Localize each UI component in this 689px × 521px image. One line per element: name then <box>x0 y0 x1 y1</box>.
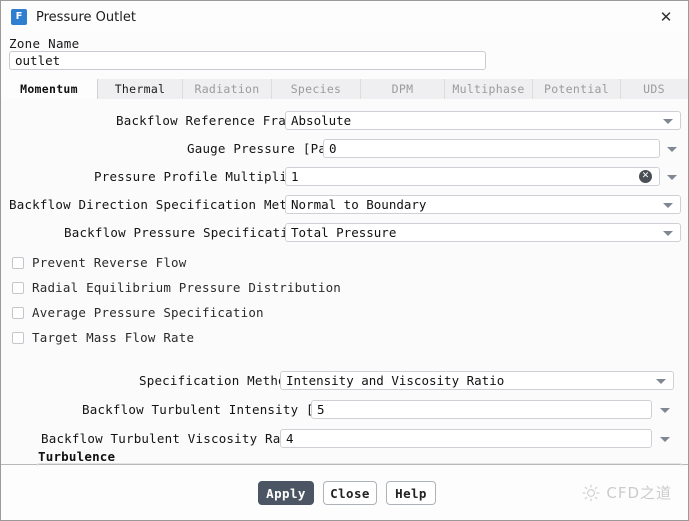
backflow-turbulent-viscosity-ratio-input[interactable]: 4 <box>280 429 652 448</box>
gauge-pressure-value: 0 <box>329 141 337 156</box>
turbulence-spec-method-label-wrap: Specification Method <box>139 373 294 388</box>
chevron-down-icon <box>663 118 673 124</box>
backflow-direction-spec-method-label: Backflow Direction Specification Method <box>9 197 311 212</box>
help-button[interactable]: Help <box>386 481 436 505</box>
checkbox-target-mass-flow-rate[interactable]: Target Mass Flow Rate <box>12 330 194 345</box>
chevron-down-icon <box>663 230 673 236</box>
clear-icon[interactable]: ✕ <box>639 170 652 183</box>
checkbox-label: Radial Equilibrium Pressure Distribution <box>32 280 342 295</box>
backflow-turbulent-intensity-chevron-down-icon[interactable] <box>660 408 670 413</box>
clear-glyph: ✕ <box>641 171 650 181</box>
backflow-turbulent-viscosity-ratio-value: 4 <box>286 431 294 446</box>
tab-uds[interactable]: UDS <box>621 79 687 99</box>
gauge-pressure-label: Gauge Pressure [Pa] <box>187 141 334 156</box>
backflow-reference-frame-label: Backflow Reference Frame <box>116 113 302 128</box>
turbulence-spec-method-value: Intensity and Viscosity Ratio <box>286 373 505 388</box>
backflow-pressure-spec-combo[interactable]: Total Pressure <box>285 223 681 242</box>
tab-momentum[interactable]: Momentum <box>1 79 98 99</box>
pressure-profile-multiplier-chevron-down-icon[interactable] <box>667 175 677 180</box>
zone-name-value: outlet <box>15 53 61 68</box>
backflow-turbulent-viscosity-ratio-label: Backflow Turbulent Viscosity Ratio <box>41 431 304 446</box>
turbulence-spec-method-combo[interactable]: Intensity and Viscosity Ratio <box>280 371 674 390</box>
tab-thermal[interactable]: Thermal <box>98 79 183 99</box>
backflow-direction-spec-method-label-wrap: Backflow Direction Specification Method <box>9 197 310 212</box>
zone-name-label: Zone Name <box>9 36 80 51</box>
checkbox-label: Target Mass Flow Rate <box>32 330 195 345</box>
backflow-direction-spec-method-value: Normal to Boundary <box>291 197 427 212</box>
backflow-pressure-spec-label: Backflow Pressure Specification <box>64 225 304 240</box>
watermark: CFD之道 <box>582 482 672 503</box>
backflow-pressure-spec-label-wrap: Backflow Pressure Specification <box>64 225 304 240</box>
gauge-pressure-chevron-down-icon[interactable] <box>667 147 677 152</box>
watermark-text: CFD之道 <box>606 484 672 502</box>
checkbox-box[interactable] <box>12 256 24 269</box>
backflow-reference-frame-combo[interactable]: Absolute <box>285 111 681 130</box>
app-icon-letter: F <box>15 11 23 22</box>
gauge-pressure-input[interactable]: 0 <box>323 139 660 158</box>
checkbox-radial-equilibrium-pressure-distribution[interactable]: Radial Equilibrium Pressure Distribution <box>12 280 341 295</box>
checkbox-box[interactable] <box>12 306 24 319</box>
pressure-profile-multiplier-label: Pressure Profile Multiplier <box>94 169 303 184</box>
turbulence-spec-method-label: Specification Method <box>139 373 294 388</box>
pressure-profile-multiplier-input[interactable]: 1 <box>285 167 660 186</box>
close-glyph: ✕ <box>659 8 673 26</box>
backflow-turbulent-viscosity-ratio-chevron-down-icon[interactable] <box>660 437 670 442</box>
checkbox-box[interactable] <box>12 331 24 344</box>
tab-bar: Momentum Thermal Radiation Species DPM M… <box>1 79 688 99</box>
title-bar: F Pressure Outlet <box>1 1 688 33</box>
tab-potential[interactable]: Potential <box>533 79 621 99</box>
turbulence-group-title: Turbulence <box>38 449 116 464</box>
backflow-turbulent-intensity-label-wrap: Backflow Turbulent Intensity [%] <box>82 402 329 417</box>
dialog-footer: Apply Close Help CFD之道 <box>1 466 688 520</box>
tab-multiphase[interactable]: Multiphase <box>445 79 533 99</box>
gauge-pressure-label-wrap: Gauge Pressure [Pa] <box>187 141 334 156</box>
backflow-reference-frame-label-wrap: Backflow Reference Frame <box>116 113 301 128</box>
close-button[interactable]: Close <box>323 481 377 505</box>
pressure-profile-multiplier-label-wrap: Pressure Profile Multiplier <box>94 169 303 184</box>
backflow-reference-frame-value: Absolute <box>291 113 352 128</box>
close-icon[interactable]: ✕ <box>644 1 688 33</box>
tab-radiation[interactable]: Radiation <box>183 79 272 99</box>
checkbox-label: Prevent Reverse Flow <box>32 255 187 270</box>
fluent-f-icon: F <box>11 9 27 25</box>
pressure-outlet-dialog: F Pressure Outlet ✕ Zone Name outlet Mom… <box>0 0 689 521</box>
chevron-down-icon <box>656 378 666 384</box>
backflow-direction-spec-method-combo[interactable]: Normal to Boundary <box>285 195 681 214</box>
tab-species[interactable]: Species <box>272 79 361 99</box>
tab-dpm[interactable]: DPM <box>361 79 445 99</box>
backflow-turbulent-viscosity-ratio-label-wrap: Backflow Turbulent Viscosity Ratio <box>41 431 304 446</box>
checkbox-label: Average Pressure Specification <box>32 305 264 320</box>
checkbox-prevent-reverse-flow[interactable]: Prevent Reverse Flow <box>12 255 187 270</box>
backflow-pressure-spec-value: Total Pressure <box>291 225 397 240</box>
sun-icon <box>582 484 600 501</box>
backflow-turbulent-intensity-label: Backflow Turbulent Intensity [%] <box>82 402 330 417</box>
pressure-profile-multiplier-value: 1 <box>291 169 299 184</box>
apply-button[interactable]: Apply <box>258 481 314 505</box>
backflow-turbulent-intensity-input[interactable]: 5 <box>311 400 652 419</box>
page-title: Pressure Outlet <box>36 9 136 25</box>
chevron-down-icon <box>663 202 673 208</box>
momentum-panel: Backflow Reference Frame Absolute Gauge … <box>1 99 688 520</box>
checkbox-box[interactable] <box>12 281 24 294</box>
checkbox-average-pressure-specification[interactable]: Average Pressure Specification <box>12 305 264 320</box>
zone-name-input[interactable]: outlet <box>9 51 486 70</box>
backflow-turbulent-intensity-value: 5 <box>317 402 325 417</box>
